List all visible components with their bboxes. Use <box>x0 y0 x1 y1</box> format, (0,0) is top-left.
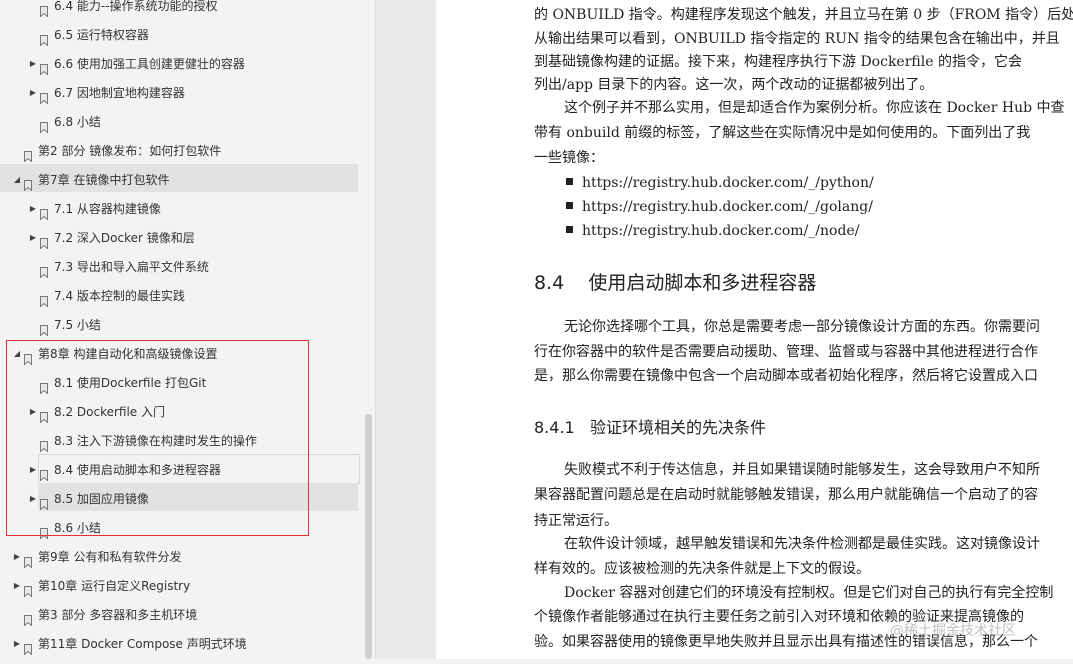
toc-item[interactable]: ▶ 7.2 深入Docker 镜像和层 <box>0 225 358 251</box>
bullet-square-icon <box>566 202 573 209</box>
paragraph-line: 失败模式不利于传达信息，并且如果错误随时能够发生，这会导致用户不知所 <box>564 462 1040 478</box>
paragraph-line: 行在你容器中的软件是否需要启动援助、管理、监督或与容器中其他进程进行合作 <box>534 344 1038 360</box>
toc-item-label: 第3 部分 多容器和多主机环境 <box>38 608 198 622</box>
paragraph-line: 到基础镜像构建的证据。接下来，构建程序执行下游 Dockerfile 的指令，它… <box>534 54 1022 70</box>
viewer-gutter <box>376 0 436 659</box>
toc-item[interactable]: ▶ 第10章 运行自定义Registry <box>0 573 358 599</box>
section-number: 8.4 <box>534 272 565 294</box>
bullet-link[interactable]: https://registry.hub.docker.com/_/python… <box>582 175 874 191</box>
paragraph-line: 带有 onbuild 前缀的标签，了解这些在实际情况中是如何使用的。下面列出了我 <box>534 125 1031 141</box>
toc-item-label: 第7章 在镜像中打包软件 <box>38 173 170 187</box>
paragraph-line: 是，那么你需要在镜像中包含一个启动脚本或者初始化程序，然后将它设置成入口 <box>534 368 1038 384</box>
bookmark-icon <box>40 290 48 308</box>
collapse-arrow-icon[interactable]: ◢ <box>12 167 22 193</box>
toc-item-label: 6.8 小结 <box>54 115 101 129</box>
bookmark-icon <box>24 580 32 598</box>
bookmark-icon <box>24 551 32 569</box>
toc-item-label: 7.5 小结 <box>54 318 101 332</box>
bookmark-icon <box>40 58 48 76</box>
bookmark-icon <box>40 116 48 134</box>
paragraph-line: 从输出结果可以看到，ONBUILD 指令指定的 RUN 指令的结果包含在输出中，… <box>534 31 1060 47</box>
bullet-link[interactable]: https://registry.hub.docker.com/_/node/ <box>582 223 859 239</box>
paragraph-line: 的 ONBUILD 指令。构建程序发现这个触发，并且立马在第 0 步（FROM … <box>534 7 1073 23</box>
toc-item-label: 7.4 版本控制的最佳实践 <box>54 289 185 303</box>
paragraph-line: 样有效的。应该被检测的先决条件就是上下文的假设。 <box>534 561 870 577</box>
expand-arrow-icon[interactable]: ▶ <box>12 544 22 570</box>
toc-item-label: 7.2 深入Docker 镜像和层 <box>54 231 195 245</box>
toc-item[interactable]: ◢ 第7章 在镜像中打包软件 <box>0 167 358 193</box>
toc-item-label: 第2 部分 镜像发布：如何打包软件 <box>38 144 222 158</box>
expand-arrow-icon[interactable]: ▶ <box>12 631 22 657</box>
bullet-link[interactable]: https://registry.hub.docker.com/_/golang… <box>582 199 873 215</box>
toc-item[interactable]: 第3 部分 多容器和多主机环境 <box>0 602 358 628</box>
subsection-title: 验证环境相关的先决条件 <box>589 418 766 437</box>
bookmark-icon <box>40 29 48 47</box>
subsection-number: 8.4.1 <box>534 418 575 437</box>
paragraph-line: 这个例子并不那么实用，但是却适合作为案例分析。你应该在 Docker Hub 中… <box>564 100 1065 116</box>
toc-item-label: 第9章 公有和私有软件分发 <box>38 550 182 564</box>
paragraph-line: 一些镜像： <box>534 150 604 166</box>
section-title: 使用启动脚本和多进程容器 <box>588 272 817 294</box>
toc-item-label: 6.7 因地制宜地构建容器 <box>54 86 185 100</box>
bookmark-icon <box>40 203 48 221</box>
bookmark-icon <box>24 174 32 192</box>
paragraph-line: 果容器配置问题总是在启动时就能够触发错误，那么用户就能确信一个启动了的容 <box>534 487 1038 503</box>
sidebar-scrollbar[interactable] <box>365 414 372 659</box>
paragraph-line: 持正常运行。 <box>534 513 618 529</box>
expand-arrow-icon[interactable]: ▶ <box>28 225 38 251</box>
bookmark-icon <box>40 0 48 18</box>
watermark: @稀土掘金技术社区 <box>890 623 1016 639</box>
paragraph-line: 无论你选择哪个工具，你总是需要考虑一部分镜像设计方面的东西。你需要问 <box>564 319 1040 335</box>
toc-item[interactable]: 6.5 运行特权容器 <box>0 22 358 48</box>
toc-item[interactable]: 7.4 版本控制的最佳实践 <box>0 283 358 309</box>
bullet-item: https://registry.hub.docker.com/_/golang… <box>566 199 873 215</box>
document-page: 的 ONBUILD 指令。构建程序发现这个触发，并且立马在第 0 步（FROM … <box>436 0 1073 659</box>
toc-item-label: 6.5 运行特权容器 <box>54 28 149 42</box>
toc-item-label: 第10章 运行自定义Registry <box>38 579 191 593</box>
section-heading: 8.4 使用启动脚本和多进程容器 <box>534 268 816 295</box>
toc-item-label: 7.1 从容器构建镜像 <box>54 202 161 216</box>
expand-arrow-icon[interactable]: ▶ <box>28 51 38 77</box>
subsection-heading: 8.4.1 验证环境相关的先决条件 <box>534 414 766 438</box>
toc-item[interactable]: ▶ 第9章 公有和私有软件分发 <box>0 544 358 570</box>
bullet-square-icon <box>566 226 573 233</box>
bookmark-icon <box>24 145 32 163</box>
toc-item-label: 第11章 Docker Compose 声明式环境 <box>38 637 247 651</box>
toc-item-label: 7.3 导出和导入扁平文件系统 <box>54 260 209 274</box>
bullet-item: https://registry.hub.docker.com/_/node/ <box>566 223 859 239</box>
bookmark-icon <box>24 638 32 656</box>
paragraph-line: Docker 容器对创建它们的环境没有控制权。但是它们对自己的执行有完全控制 <box>564 585 1054 601</box>
bookmark-icon <box>40 87 48 105</box>
paragraph-line: 列出/app 目录下的内容。这一次，两个改动的证据都被列出了。 <box>534 77 934 93</box>
paragraph-line: 在软件设计领域，越早触发错误和先决条件检测都是最佳实践。这对镜像设计 <box>564 536 1040 552</box>
toc-item-label: 6.4 能力--操作系统功能的授权 <box>54 0 218 13</box>
toc-sidebar: 6.4 能力--操作系统功能的授权 6.5 运行特权容器 ▶ 6.6 使用加强工具创建… <box>0 0 376 659</box>
bookmark-icon <box>40 232 48 250</box>
toc-item[interactable]: 7.5 小结 <box>0 312 358 338</box>
bookmark-icon <box>24 609 32 627</box>
toc-item[interactable]: ▶ 6.6 使用加强工具创建更健壮的容器 <box>0 51 358 77</box>
toc-item-label: 6.6 使用加强工具创建更健壮的容器 <box>54 57 245 71</box>
toc-item[interactable]: 7.3 导出和导入扁平文件系统 <box>0 254 358 280</box>
bullet-item: https://registry.hub.docker.com/_/python… <box>566 175 874 191</box>
toc-item[interactable]: 第2 部分 镜像发布：如何打包软件 <box>0 138 358 164</box>
bookmark-icon <box>40 319 48 337</box>
expand-arrow-icon[interactable]: ▶ <box>28 80 38 106</box>
toc-item[interactable]: 6.8 小结 <box>0 109 358 135</box>
red-annotation-box <box>6 340 309 536</box>
toc-item[interactable]: ▶ 7.1 从容器构建镜像 <box>0 196 358 222</box>
expand-arrow-icon[interactable]: ▶ <box>12 573 22 599</box>
toc-item[interactable]: 6.4 能力--操作系统功能的授权 <box>0 0 358 19</box>
bullet-square-icon <box>566 178 573 185</box>
toc-item[interactable]: ▶ 第11章 Docker Compose 声明式环境 <box>0 631 358 657</box>
toc-item[interactable]: ▶ 6.7 因地制宜地构建容器 <box>0 80 358 106</box>
expand-arrow-icon[interactable]: ▶ <box>28 196 38 222</box>
bookmark-icon <box>40 261 48 279</box>
